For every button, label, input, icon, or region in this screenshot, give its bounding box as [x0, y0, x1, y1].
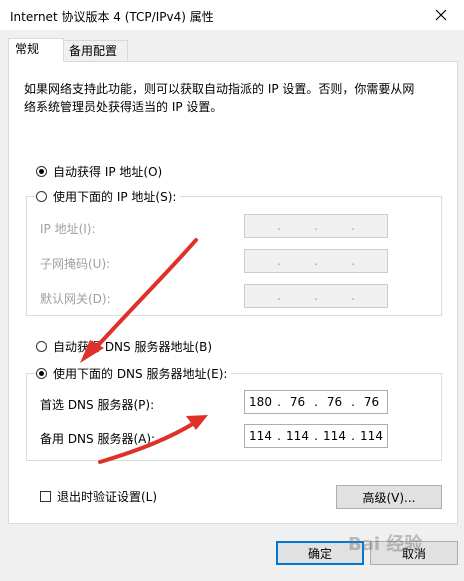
dns-manual-option[interactable]: 使用下面的 DNS 服务器地址(E):	[36, 365, 232, 382]
validate-settings-label: 退出时验证设置(L)	[57, 490, 158, 504]
description-line-2: 络系统管理员处获得适当的 IP 设置。	[24, 100, 223, 114]
watermark: Bai 经验	[348, 534, 423, 555]
preferred-dns-octet-3: 76	[326, 395, 343, 409]
advanced-button-label: 高级(V)...	[362, 490, 416, 505]
description-line-1: 如果网络支持此功能，则可以获取自动指派的 IP 设置。否则，你需要从网	[24, 82, 415, 96]
subnet-mask-field[interactable]: ...	[244, 249, 388, 273]
ip-manual-option[interactable]: 使用下面的 IP 地址(S):	[36, 188, 181, 205]
validate-settings-option[interactable]: 退出时验证设置(L)	[40, 488, 157, 505]
title-bar: Internet 协议版本 4 (TCP/IPv4) 属性	[0, 0, 464, 30]
default-gateway-label: 默认网关(D):	[40, 292, 111, 306]
alternate-dns-octet-2: 114	[286, 429, 309, 443]
ok-button-label: 确定	[307, 546, 332, 561]
preferred-dns-octet-1: 180	[249, 395, 272, 409]
ip-auto-option[interactable]: 自动获得 IP 地址(O)	[36, 163, 162, 180]
alternate-dns-label: 备用 DNS 服务器(A):	[40, 432, 156, 446]
preferred-dns-octet-4: 76	[363, 395, 380, 409]
advanced-button[interactable]: 高级(V)...	[336, 485, 442, 509]
dns-auto-label: 自动获得 DNS 服务器地址(B)	[53, 340, 213, 354]
alternate-dns-octet-4: 114	[360, 429, 383, 443]
preferred-dns-field[interactable]: 180. 76. 76. 76	[244, 390, 388, 414]
preferred-dns-label: 首选 DNS 服务器(P):	[40, 398, 155, 412]
ip-address-field[interactable]: ...	[244, 214, 388, 238]
ip-auto-label: 自动获得 IP 地址(O)	[53, 165, 163, 179]
alternate-dns-octet-3: 114	[323, 429, 346, 443]
close-icon	[435, 9, 447, 21]
description: 如果网络支持此功能，则可以获取自动指派的 IP 设置。否则，你需要从网 络系统管…	[24, 80, 444, 116]
default-gateway-field[interactable]: ...	[244, 284, 388, 308]
dns-auto-radio[interactable]	[36, 341, 47, 352]
dns-manual-label: 使用下面的 DNS 服务器地址(E):	[53, 367, 228, 381]
tab-general[interactable]: 常规	[8, 38, 64, 62]
preferred-dns-octet-2: 76	[289, 395, 306, 409]
tab-general-label: 常规	[15, 42, 40, 56]
ip-address-label: IP 地址(I):	[40, 222, 96, 236]
tab-alternate-config-label: 备用配置	[69, 44, 118, 58]
ip-manual-label: 使用下面的 IP 地址(S):	[53, 190, 177, 204]
subnet-mask-label: 子网掩码(U):	[40, 257, 111, 271]
ip-manual-radio[interactable]	[36, 191, 47, 202]
ip-auto-radio[interactable]	[36, 166, 47, 177]
dns-manual-radio[interactable]	[36, 368, 47, 379]
close-button[interactable]	[418, 0, 464, 30]
tab-alternate-config[interactable]: 备用配置	[62, 40, 128, 61]
alternate-dns-octet-1: 114	[249, 429, 272, 443]
dns-auto-option[interactable]: 自动获得 DNS 服务器地址(B)	[36, 338, 212, 355]
window-title: Internet 协议版本 4 (TCP/IPv4) 属性	[10, 10, 214, 24]
validate-settings-checkbox[interactable]	[40, 491, 51, 502]
alternate-dns-field[interactable]: 114. 114. 114. 114	[244, 424, 388, 448]
